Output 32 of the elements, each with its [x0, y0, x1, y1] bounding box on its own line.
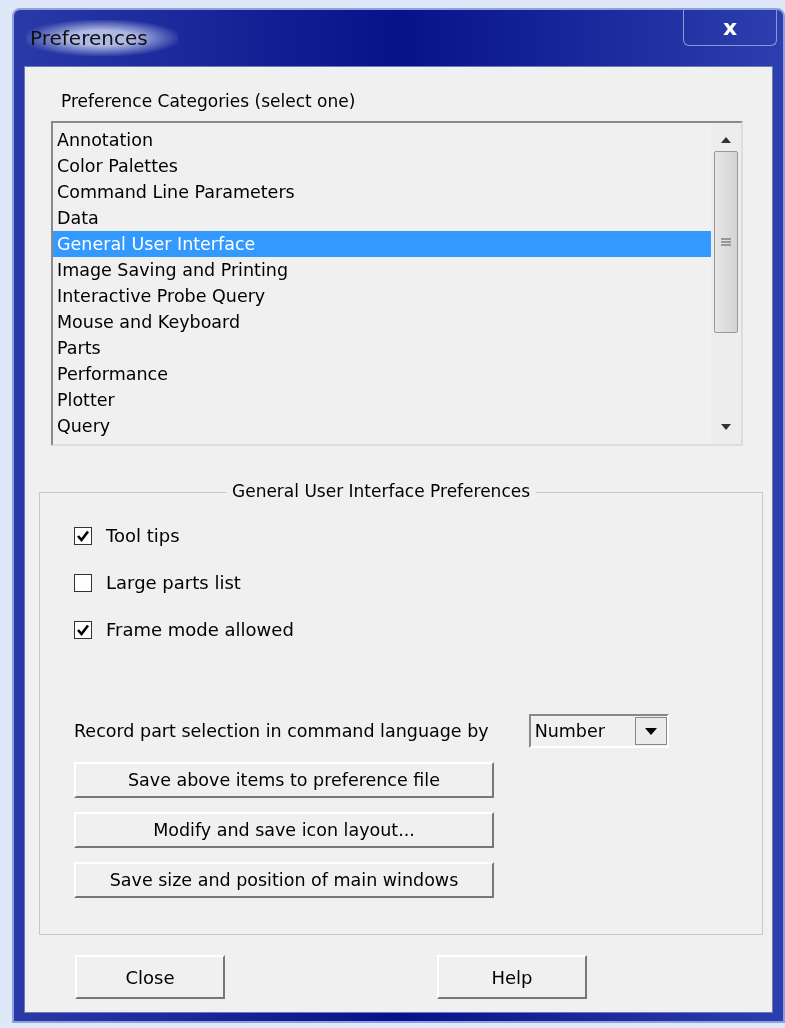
checkbox-label: Frame mode allowed: [106, 619, 294, 640]
action-button[interactable]: Modify and save icon layout...: [74, 812, 494, 848]
action-button[interactable]: Save above items to preference file: [74, 762, 494, 798]
list-item[interactable]: Color Palettes: [53, 153, 711, 179]
window-close-button[interactable]: x: [683, 10, 777, 46]
scroll-thumb[interactable]: [714, 151, 738, 333]
record-label: Record part selection in command language by: [74, 721, 489, 741]
dropdown[interactable]: Number: [528, 714, 669, 748]
list-label: Preference Categories (select one): [61, 91, 357, 111]
grip-icon: [721, 238, 731, 246]
window-title: Preferences: [26, 20, 178, 56]
list-item[interactable]: Performance: [53, 361, 711, 387]
list-item[interactable]: Plotter: [53, 387, 711, 413]
list-item[interactable]: Interactive Probe Query: [53, 283, 711, 309]
checkbox[interactable]: [74, 620, 92, 639]
list-item[interactable]: Command Line Parameters: [53, 179, 711, 205]
list-item[interactable]: Mouse and Keyboard: [53, 309, 711, 335]
list-item[interactable]: Annotation: [53, 127, 711, 153]
scroll-down-icon[interactable]: [721, 424, 731, 430]
list-item[interactable]: Parts: [53, 335, 711, 361]
list-item[interactable]: Query: [53, 413, 711, 439]
dialog-button[interactable]: Close: [75, 955, 225, 999]
list-item[interactable]: Image Saving and Printing: [53, 257, 711, 283]
caret-icon: [644, 727, 657, 735]
action-button[interactable]: Save size and position of main windows: [74, 862, 494, 898]
list-item[interactable]: Data: [53, 205, 711, 231]
checkbox-label: Tool tips: [106, 525, 180, 546]
checkbox-label: Large parts list: [106, 572, 241, 593]
scroll-up-icon[interactable]: [721, 137, 731, 143]
dialog-button[interactable]: Help: [437, 955, 587, 999]
checkbox[interactable]: [74, 573, 92, 592]
checkbox[interactable]: [74, 526, 92, 545]
